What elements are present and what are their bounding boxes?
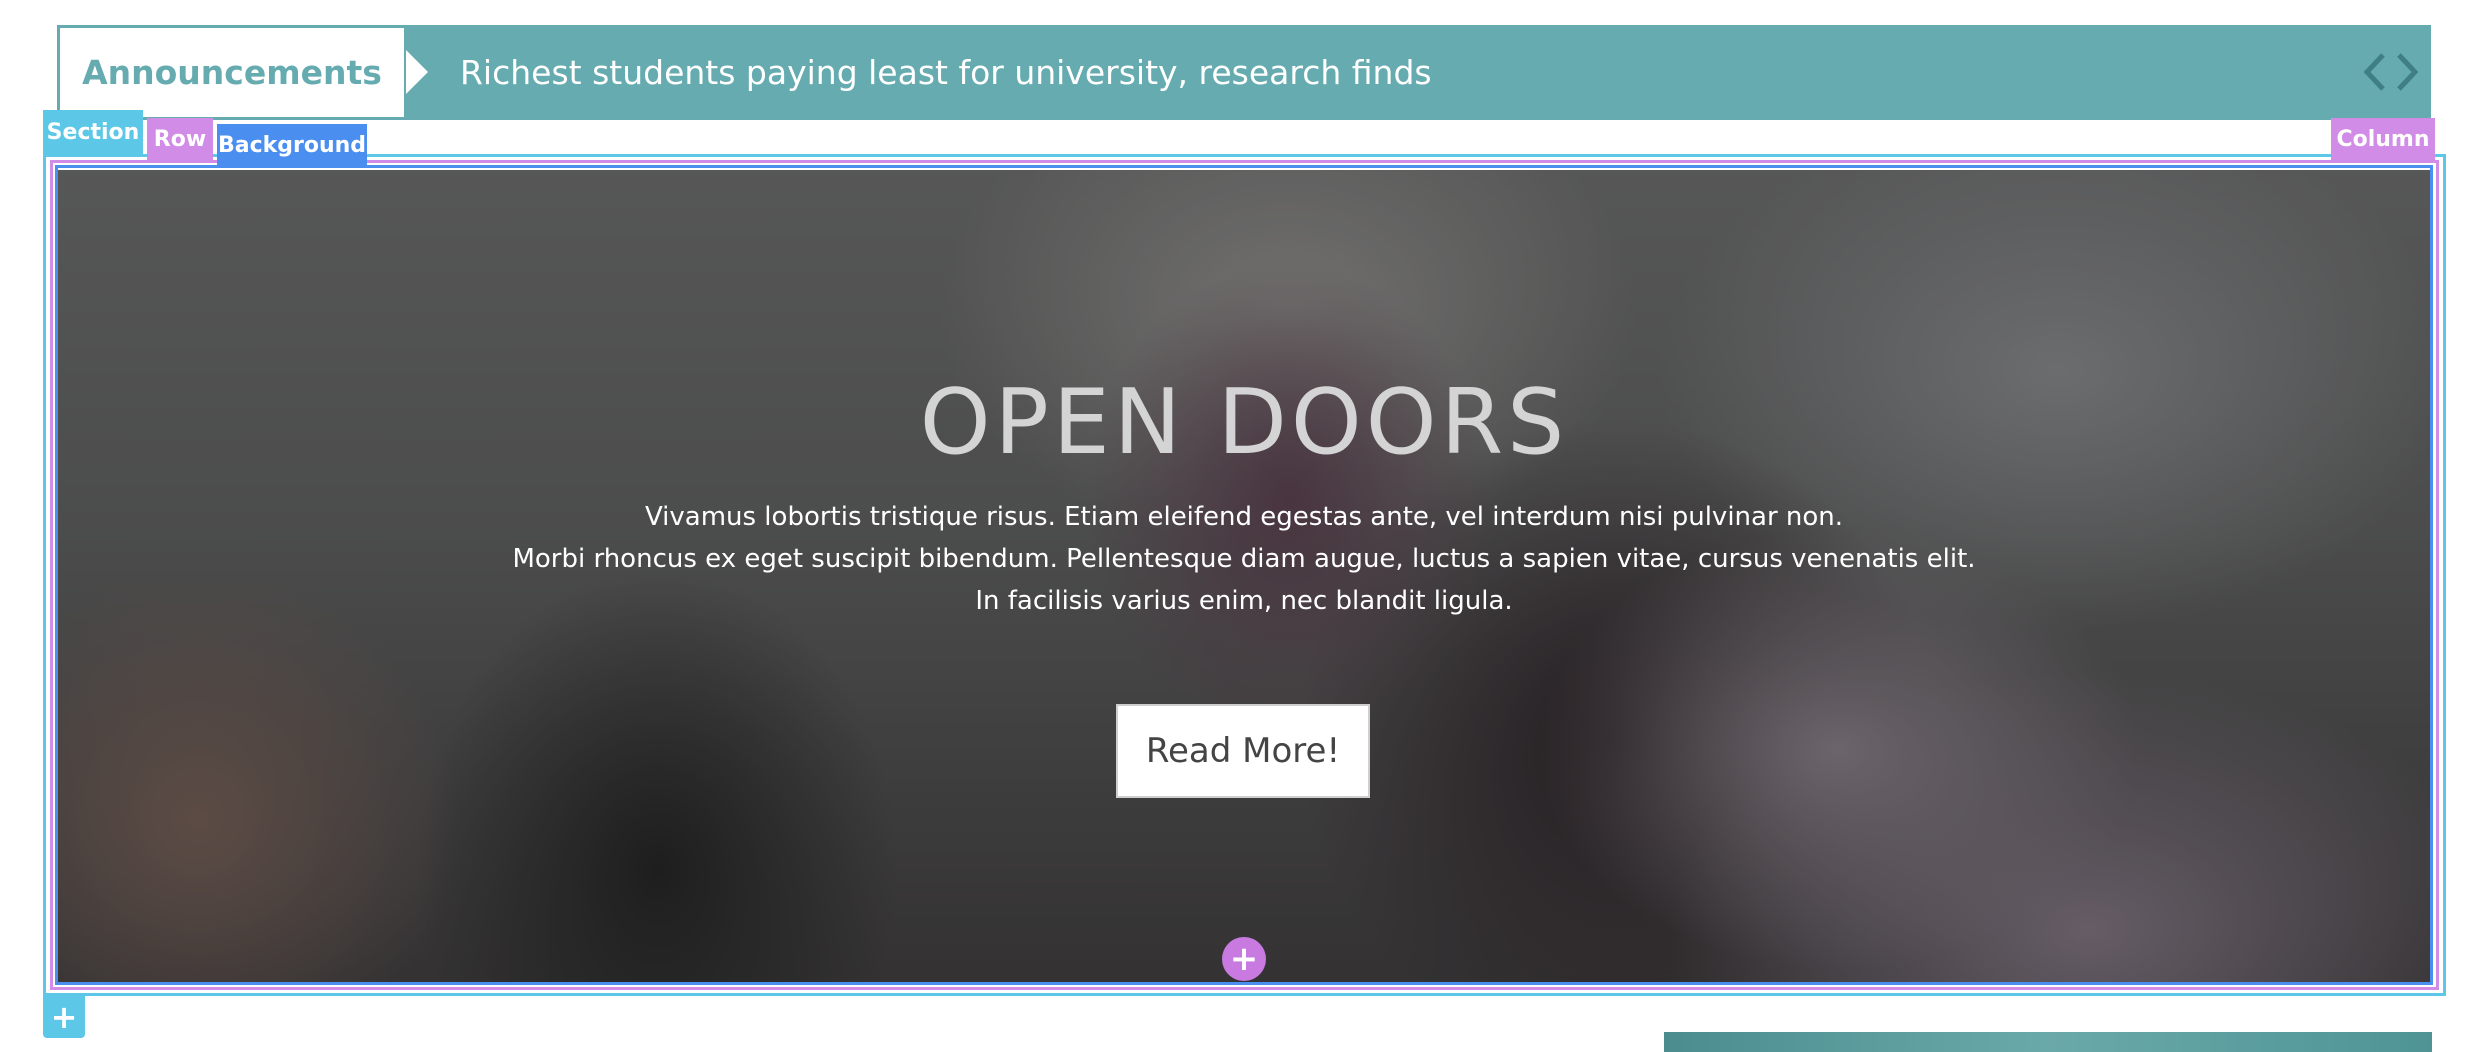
row-tag[interactable]: Row: [147, 118, 213, 162]
plus-icon: +: [50, 998, 78, 1036]
announcement-tag-pointer: [406, 50, 428, 94]
next-section-image: [1664, 1032, 2432, 1052]
column-tag[interactable]: Column: [2331, 118, 2435, 162]
announcement-label: Announcements: [82, 53, 382, 92]
announcement-bar: Announcements Richest students paying le…: [57, 25, 2431, 120]
background-tag[interactable]: Background: [217, 124, 367, 168]
plus-icon: +: [1229, 939, 1259, 979]
background-outline: [55, 165, 2433, 985]
section-tag[interactable]: Section: [43, 110, 143, 156]
chevron-right-icon[interactable]: [2393, 49, 2423, 95]
announcement-headline[interactable]: Richest students paying least for univer…: [460, 25, 1432, 120]
chevron-left-icon[interactable]: [2359, 49, 2389, 95]
announcement-tag: Announcements: [57, 25, 407, 120]
add-section-button[interactable]: +: [43, 996, 85, 1038]
add-row-button[interactable]: +: [1222, 937, 1266, 981]
